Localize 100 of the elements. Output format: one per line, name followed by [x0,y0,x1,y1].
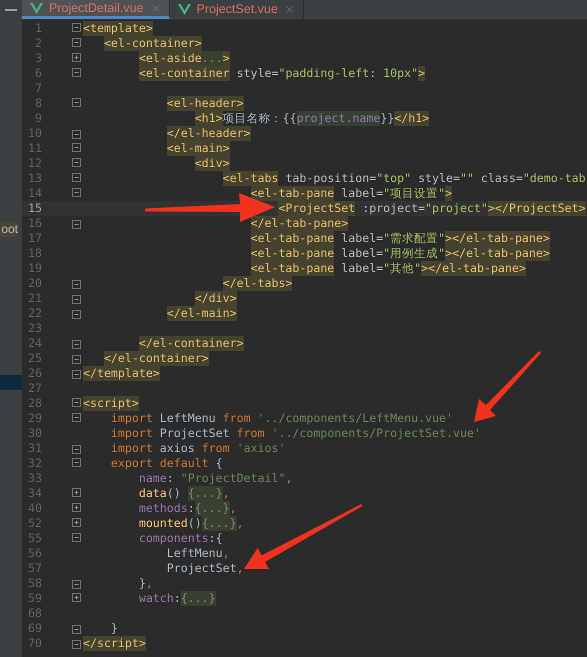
file-tab[interactable]: ProjectDetail.vue [22,0,170,19]
line-number: 13 [27,171,42,186]
code-tag: </el-tabs> [222,276,292,291]
code-function: data [138,486,167,501]
line-number: 7 [34,81,42,96]
collapse-icon[interactable] [72,353,81,364]
line-number: 28 [27,396,42,411]
collapse-icon[interactable] [72,38,81,49]
code-text: axios [160,441,196,456]
line-number: 9 [34,111,42,126]
code-keyword: , [146,576,153,591]
expand-icon[interactable] [72,53,81,64]
expand-icon[interactable] [72,593,81,604]
line-number: 29 [27,411,42,426]
code-text: : [166,471,175,486]
code-keyword: export default [110,456,209,471]
code-string: "" [460,171,474,186]
line-number: 69 [27,621,42,636]
code-string: "demo-tab [522,171,586,186]
code-text: : [174,591,181,606]
collapse-icon[interactable] [72,188,81,199]
code-tag: ></ProjectSet> [488,201,586,216]
collapse-icon[interactable] [72,293,81,304]
code-text: 项目名称：{{ [222,111,297,126]
collapse-icon[interactable] [72,158,81,169]
code-tag: > [445,186,452,201]
collapse-icon[interactable] [72,143,81,154]
code-text: { [216,456,223,471]
line-number: 40 [27,501,42,516]
code-text: :{ [208,531,223,546]
code-text: LeftMenu [166,546,223,561]
expand-icon[interactable] [72,503,81,514]
line-number: 1 [34,21,42,36]
line-number: 11 [27,141,42,156]
expand-icon[interactable] [72,488,81,499]
code-tag: </el-tab-pane> [250,216,348,231]
collapse-icon[interactable] [72,638,81,649]
code-string: "padding-left: 10px" [278,66,418,81]
code-keyword: from [202,441,230,456]
collapse-icon[interactable] [72,23,81,34]
panel-item[interactable]: oot [0,222,18,237]
code-attribute: style= [418,171,460,186]
collapse-icon[interactable] [72,68,81,79]
collapse-icon[interactable] [72,398,81,409]
collapse-icon[interactable] [72,623,81,634]
collapse-icon[interactable] [72,173,81,184]
collapse-icon[interactable] [72,443,81,454]
code-keyword: , [230,501,237,516]
code-tag: <el-tab-pane [250,231,334,246]
collapse-icon[interactable] [72,218,81,229]
code-variable: project.name [296,111,380,126]
line-number: 24 [27,336,42,351]
line-number: 57 [27,561,42,576]
code-keyword: import [110,441,153,456]
collapse-icon[interactable] [72,338,81,349]
code-tag: <el-main> [166,141,230,156]
folded-code: {...} [180,591,216,606]
collapse-icon[interactable] [72,98,81,109]
code-tag: </el-container> [104,351,209,366]
collapse-icon[interactable] [72,578,81,589]
pointer-arrow [474,351,541,422]
code-keyword: , [222,486,230,501]
line-number: 18 [27,246,42,261]
code-tag: </template> [83,366,160,381]
code-string: "其他" [383,261,422,276]
line-number: 3 [34,51,42,66]
line-number: 21 [27,291,42,306]
line-number: 12 [27,156,42,171]
code-tag: <el-container> [104,36,202,51]
collapse-icon[interactable] [72,278,81,289]
line-number: 55 [27,531,42,546]
code-keyword: , [236,561,244,576]
code-string: "需求配置" [383,231,446,246]
collapse-icon[interactable] [72,308,81,319]
code-keyword: from [222,411,251,426]
collapse-icon[interactable] [72,533,81,544]
collapse-icon[interactable] [72,458,81,469]
code-text: : [188,501,195,516]
code-property: methods [138,501,188,516]
code-attribute: tab-position= [285,171,376,186]
file-tab[interactable]: ProjectSet.vue [170,0,304,19]
line-number: 25 [27,351,42,366]
line-number: 23 [27,321,42,336]
close-icon[interactable] [284,4,295,15]
code-property: watch [138,591,174,606]
expand-icon[interactable] [72,518,81,529]
code-attribute: :project= [362,201,426,216]
vue-file-icon [30,2,43,14]
collapse-icon[interactable] [72,128,81,139]
line-number: 20 [27,276,42,291]
collapse-icon[interactable] [72,413,81,424]
code-string: "用例生成" [383,246,446,261]
collapse-icon[interactable] [72,368,81,379]
code-tag: <el-container [138,66,230,81]
code-attribute: label= [341,261,384,276]
code-tag: <ProjectSet [278,201,356,216]
code-text: LeftMenu [160,411,217,426]
code-string: "project" [425,201,488,216]
code-text: ProjectSet [166,561,237,576]
line-number: 31 [27,441,42,456]
